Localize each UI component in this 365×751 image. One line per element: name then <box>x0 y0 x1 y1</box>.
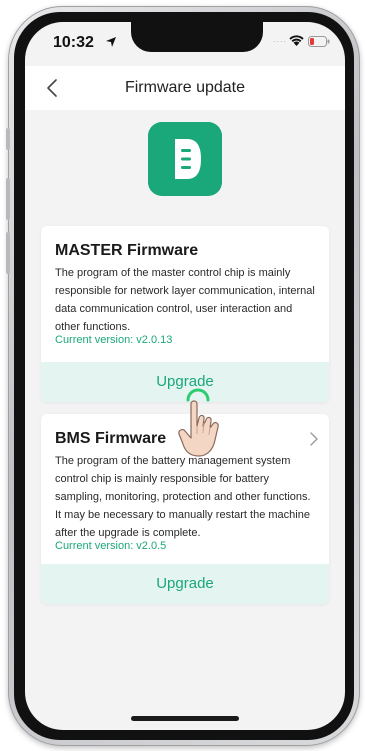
phone-side-button <box>6 128 10 150</box>
battery-low-icon <box>308 36 330 47</box>
master-firmware-card: MASTER Firmware The program of the maste… <box>41 226 329 402</box>
navigation-bar: Firmware update <box>25 66 345 110</box>
status-time: 10:32 <box>53 34 94 51</box>
signal-icon: .... <box>273 34 288 44</box>
location-arrow-icon <box>106 37 116 47</box>
card-title: BMS Firmware <box>55 430 167 447</box>
phone-side-button <box>6 178 10 220</box>
page-title: Firmware update <box>124 79 246 96</box>
card-description: The program of the master control chip i… <box>55 267 315 333</box>
current-version: Current version: v2.0.13 <box>55 334 173 346</box>
device-notch <box>131 22 263 52</box>
card-title: MASTER Firmware <box>55 242 199 259</box>
home-indicator[interactable] <box>131 716 239 721</box>
chevron-right-icon[interactable] <box>309 432 319 446</box>
app-screen: 10:32 .... Firmware update MASTER Firmwa… <box>25 22 345 730</box>
hand-cursor-icon <box>178 400 219 457</box>
wifi-icon <box>289 35 304 46</box>
app-d-logo-icon <box>148 122 222 196</box>
card-description: The program of the battery management sy… <box>55 455 311 539</box>
upgrade-bms-button[interactable]: Upgrade <box>41 564 329 604</box>
current-version: Current version: v2.0.5 <box>55 540 167 552</box>
phone-side-button <box>6 232 10 274</box>
